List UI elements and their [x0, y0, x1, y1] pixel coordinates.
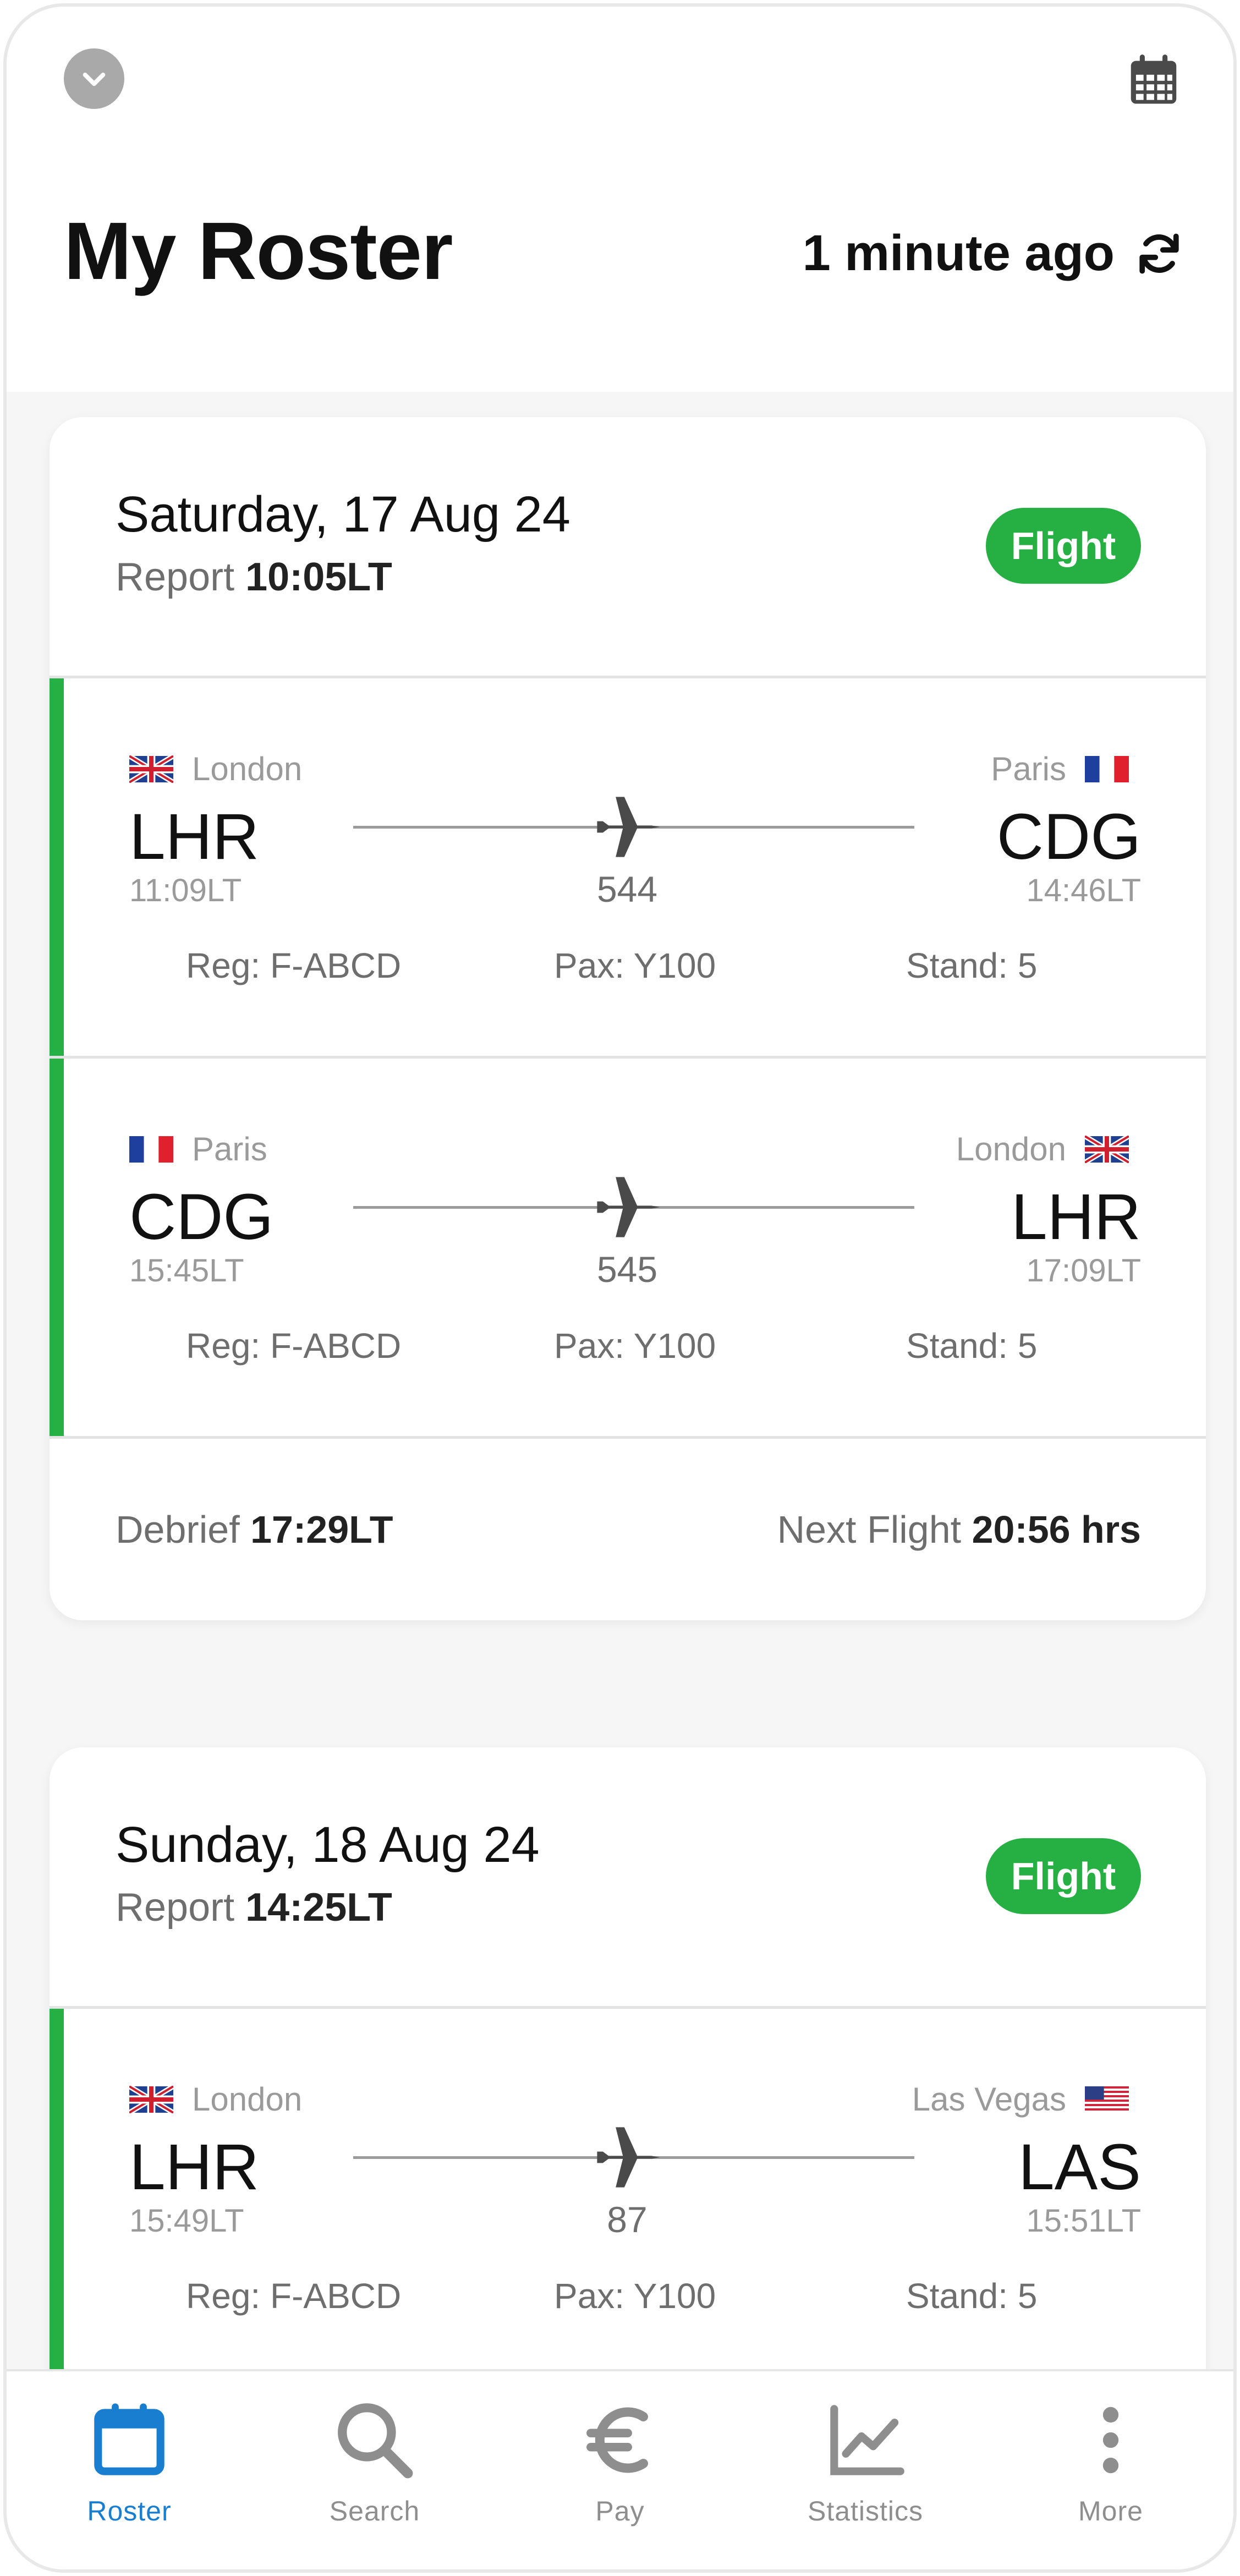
aircraft-registration: Reg: F-ABCD — [186, 2276, 402, 2316]
tab-label: Statistics — [807, 2496, 924, 2526]
fr-flag-icon — [129, 1136, 173, 1163]
day-date: Saturday, 17 Aug 24 — [116, 486, 570, 542]
passenger-count: Pax: Y100 — [554, 946, 716, 985]
calendar-icon — [94, 2403, 164, 2475]
report-time: Report 14:25LT — [116, 1886, 392, 1930]
bottom-tab-bar: Roster Search Pay Statistics More — [7, 2369, 1233, 2569]
calendar-icon — [1131, 54, 1177, 104]
tab-pay[interactable]: Pay — [497, 2371, 743, 2569]
stand-number: Stand: 5 — [906, 2276, 1038, 2316]
day-date: Sunday, 18 Aug 24 — [116, 1817, 540, 1873]
departure-code: CDG — [129, 1181, 274, 1253]
duty-type-badge: Flight — [986, 1838, 1141, 1914]
tab-search[interactable]: Search — [252, 2371, 497, 2569]
passenger-count: Pax: Y100 — [554, 1326, 716, 1366]
passenger-count: Pax: Y100 — [554, 2276, 716, 2316]
plane-icon — [591, 2122, 663, 2193]
aircraft-registration: Reg: F-ABCD — [186, 946, 402, 985]
day-footer: Debrief 17:29LT Next Flight 20:56 hrs — [50, 1436, 1206, 1620]
chart-icon — [830, 2405, 904, 2475]
roster-day-card[interactable]: Saturday, 17 Aug 24 Report 10:05LT Fligh… — [50, 417, 1206, 1620]
more-vertical-icon — [1102, 2407, 1119, 2474]
flight-number: 87 — [607, 2199, 648, 2240]
next-flight: Next Flight 20:56 hrs — [777, 1508, 1141, 1551]
stand-number: Stand: 5 — [906, 946, 1038, 985]
chevron-down-icon — [83, 73, 106, 86]
header-area: My Roster 1 minute ago — [7, 7, 1233, 392]
fr-flag-icon — [1085, 755, 1129, 783]
flight-leg[interactable]: Paris London CDG LHR 15:45LT 17:09LT 545… — [50, 1059, 1206, 1436]
arrival-city: Las Vegas — [912, 2081, 1066, 2118]
departure-city: London — [192, 750, 303, 787]
flight-number: 544 — [596, 869, 658, 909]
tab-roster[interactable]: Roster — [7, 2371, 252, 2569]
uk-flag-icon — [129, 2086, 173, 2113]
roster-day-card[interactable]: Sunday, 18 Aug 24 Report 14:25LT Flight … — [50, 1747, 1206, 2463]
tab-label: Search — [329, 2496, 420, 2526]
flight-leg[interactable]: London Paris LHR CDG 11:09LT 14:46LT 544… — [50, 678, 1206, 1059]
last-updated-text: 1 minute ago — [802, 225, 1115, 281]
tab-more[interactable]: More — [988, 2371, 1233, 2569]
departure-city: London — [192, 2081, 303, 2118]
calendar-button[interactable] — [1123, 50, 1184, 110]
flight-number: 545 — [596, 1249, 658, 1290]
arrival-city: London — [956, 1131, 1066, 1168]
day-header: Sunday, 18 Aug 24 Report 14:25LT Flight — [50, 1747, 1206, 2009]
arrival-city: Paris — [991, 750, 1066, 787]
euro-icon — [586, 2407, 648, 2473]
arrival-code: LAS — [1018, 2131, 1141, 2204]
us-flag-icon — [1085, 2086, 1129, 2113]
tab-label: Pay — [595, 2496, 645, 2526]
departure-time: 15:45LT — [129, 1253, 244, 1289]
page-title: My Roster — [64, 206, 453, 297]
departure-code: LHR — [129, 2131, 260, 2204]
tab-label: Roster — [87, 2496, 172, 2526]
departure-time: 15:49LT — [129, 2203, 244, 2239]
uk-flag-icon — [1085, 1136, 1129, 1163]
refresh-icon[interactable] — [1134, 229, 1184, 278]
uk-flag-icon — [129, 755, 173, 783]
day-header: Saturday, 17 Aug 24 Report 10:05LT Fligh… — [50, 417, 1206, 678]
plane-icon — [591, 791, 663, 863]
arrival-time: 17:09LT — [1026, 1253, 1141, 1289]
arrival-time: 15:51LT — [1026, 2203, 1141, 2239]
arrival-code: LHR — [1011, 1181, 1141, 1253]
last-updated[interactable]: 1 minute ago — [803, 224, 1184, 282]
debrief-time: Debrief 17:29LT — [116, 1508, 393, 1551]
arrival-time: 14:46LT — [1026, 873, 1141, 908]
tab-label: More — [1078, 2496, 1143, 2526]
report-time: Report 10:05LT — [116, 555, 392, 599]
arrival-code: CDG — [996, 801, 1141, 873]
plane-icon — [591, 1171, 663, 1243]
departure-code: LHR — [129, 801, 260, 873]
aircraft-registration: Reg: F-ABCD — [186, 1326, 402, 1366]
tab-statistics[interactable]: Statistics — [743, 2371, 988, 2569]
duty-type-badge: Flight — [986, 508, 1141, 584]
collapse-button[interactable] — [64, 48, 124, 109]
departure-city: Paris — [192, 1131, 267, 1168]
search-icon — [338, 2403, 413, 2479]
departure-time: 11:09LT — [129, 873, 242, 908]
stand-number: Stand: 5 — [906, 1326, 1038, 1366]
app-frame: My Roster 1 minute ago Saturday, 17 Aug … — [3, 3, 1237, 2573]
